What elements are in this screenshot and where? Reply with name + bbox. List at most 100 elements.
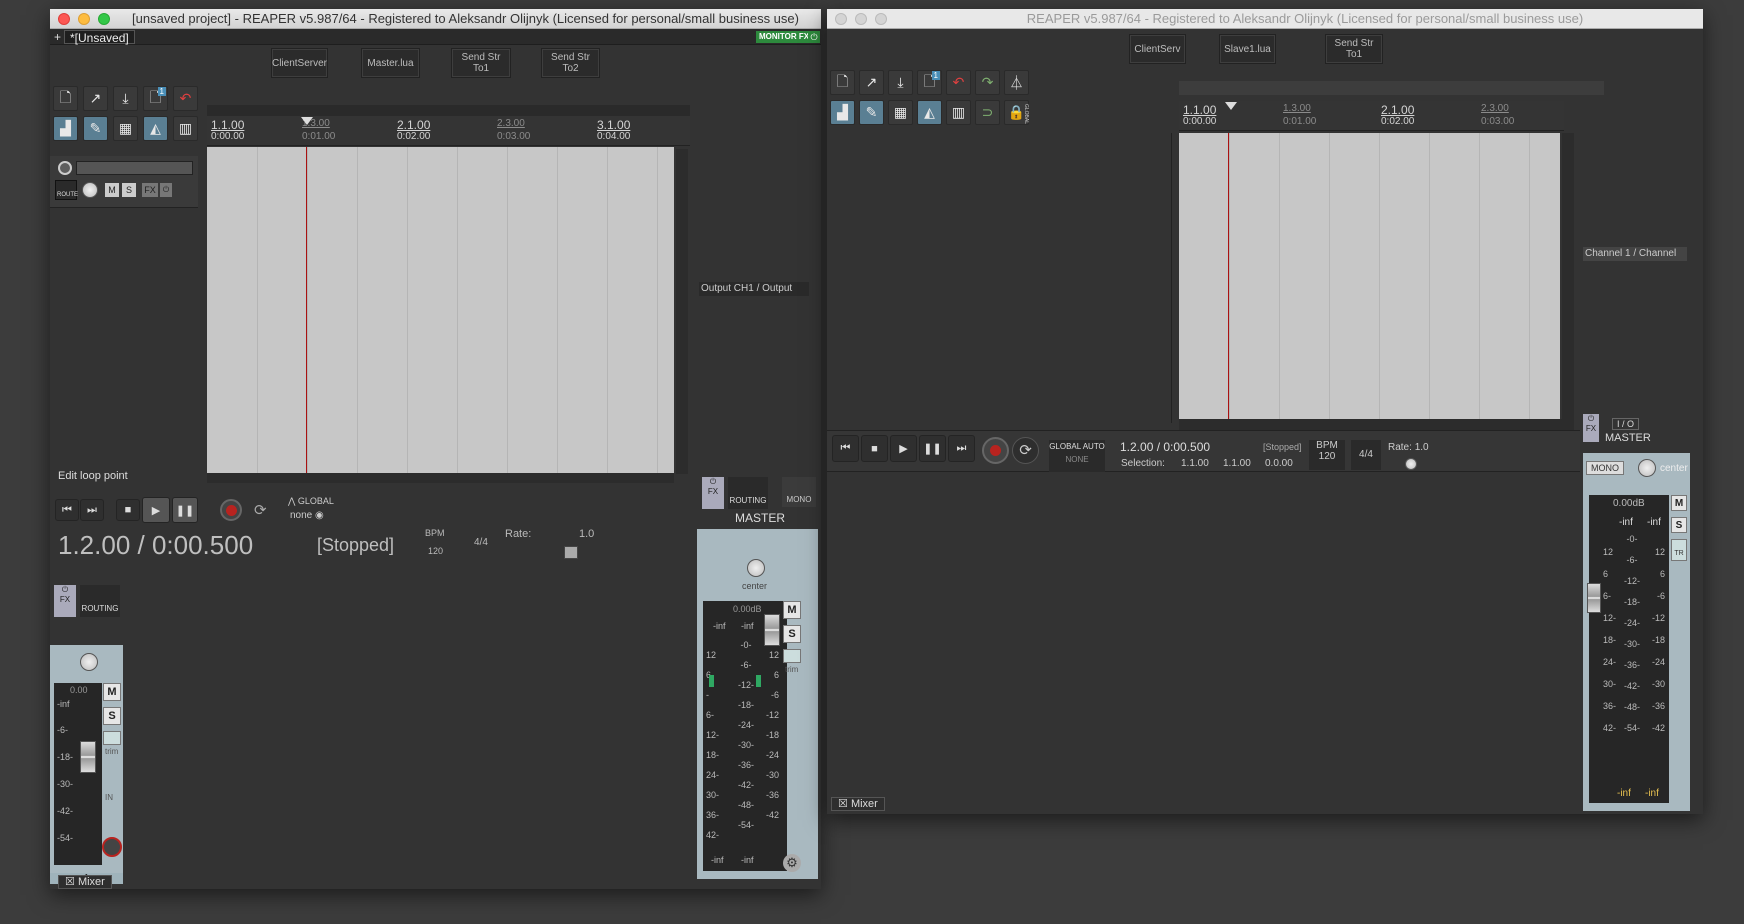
master-fader[interactable]: [1587, 583, 1601, 613]
track-strip-fx-button[interactable]: ⏻ FX: [54, 585, 76, 617]
go-to-end-button[interactable]: ⏭: [80, 499, 104, 521]
track-solo-button[interactable]: S: [122, 183, 136, 197]
timeline-ruler[interactable]: 1.1.00 0:00.00 1.3.00 0:01.00 2.1.00 0:02.0…: [207, 116, 690, 146]
save-project-icon[interactable]: ⤓: [113, 86, 138, 111]
go-to-start-button[interactable]: ⏮: [55, 499, 79, 521]
redo-icon[interactable]: ↷: [975, 70, 1000, 95]
grid-lines-icon[interactable]: ▥: [946, 100, 971, 125]
master-channel-label[interactable]: Channel 1 / Channel: [1583, 247, 1687, 261]
new-project-icon[interactable]: 🗋: [830, 70, 855, 95]
lanes-icon[interactable]: ◭: [917, 100, 942, 125]
lanes-icon[interactable]: ▥: [173, 116, 198, 141]
selection-start[interactable]: 1.1.00: [1181, 458, 1209, 469]
master-output-label[interactable]: Output CH1 / Output: [699, 282, 809, 296]
script-button-master-lua[interactable]: Master.lua: [361, 48, 420, 78]
arrange-view[interactable]: [1179, 133, 1560, 419]
close-tab-icon[interactable]: ☒: [838, 798, 848, 810]
pause-button[interactable]: ❚❚: [919, 435, 946, 462]
global-auto-button[interactable]: GLOBAL AUTO NONE: [1049, 440, 1105, 472]
close-tab-icon[interactable]: ☒: [65, 876, 75, 888]
time-signature[interactable]: 4/4: [1351, 440, 1381, 470]
mixer-tab[interactable]: ☒ Mixer: [58, 875, 112, 889]
time-signature[interactable]: 4/4: [474, 537, 488, 548]
play-button[interactable]: ▶: [142, 497, 170, 523]
project-settings-icon[interactable]: 🗋 1: [917, 70, 942, 95]
master-pan-knob[interactable]: [747, 559, 765, 577]
stop-button[interactable]: ■: [861, 435, 888, 462]
vertical-scrollbar[interactable]: [1562, 133, 1574, 423]
play-button[interactable]: ▶: [890, 435, 917, 462]
metronome-icon[interactable]: ⏃: [1004, 70, 1029, 95]
monitor-fx-button[interactable]: MONITOR FX: [756, 31, 813, 43]
mixer-tab[interactable]: ☒ Mixer: [831, 797, 885, 811]
open-project-icon[interactable]: ↗: [83, 86, 108, 111]
metronome-icon[interactable]: ▟: [53, 116, 78, 141]
close-window-button[interactable]: [835, 13, 847, 25]
repeat-icon[interactable]: ⟳: [1012, 437, 1039, 464]
project-tab[interactable]: *[Unsaved]: [64, 30, 135, 45]
record-button[interactable]: [982, 437, 1009, 464]
undo-icon[interactable]: ↶: [946, 70, 971, 95]
stop-button[interactable]: ■: [116, 499, 140, 521]
script-button-clientserv[interactable]: ClientServ: [1129, 34, 1186, 64]
rate-value[interactable]: 1.0: [579, 528, 594, 540]
track-strip-record-arm-button[interactable]: [102, 837, 122, 857]
track-fx-power-icon[interactable]: ⏻: [160, 183, 172, 197]
ripple-icon[interactable]: ✎: [859, 100, 884, 125]
ripple-icon[interactable]: ◭: [143, 116, 168, 141]
script-button-send-str-to2[interactable]: Send Str To2: [541, 48, 600, 78]
pause-button[interactable]: ❚❚: [172, 497, 198, 523]
go-to-end-button[interactable]: ⏭: [948, 435, 975, 462]
transport-position[interactable]: 1.2.00 / 0:00.500: [58, 530, 253, 561]
monitor-fx-power-icon[interactable]: ⏻: [808, 31, 820, 43]
play-cursor-marker-icon[interactable]: [301, 117, 313, 125]
grid-icon[interactable]: ▦: [888, 100, 913, 125]
minimize-window-button[interactable]: [78, 13, 90, 25]
master-io-label[interactable]: I / O: [1612, 418, 1640, 430]
gear-icon[interactable]: ⚙: [783, 854, 801, 872]
script-button-clientserver[interactable]: ClientServer: [271, 48, 328, 78]
script-button-send-str-to1[interactable]: Send Str To1: [1325, 34, 1383, 64]
rate-slider-handle[interactable]: [1405, 458, 1417, 470]
track-strip-mute-button[interactable]: M: [103, 683, 121, 701]
close-window-button[interactable]: [58, 13, 70, 25]
lock-icon[interactable]: 🔒 GLOBAL: [1004, 100, 1029, 125]
master-tr-button[interactable]: TR: [1671, 539, 1687, 561]
transport-position[interactable]: 1.2.00 / 0:00.500: [1120, 440, 1210, 454]
master-mute-button[interactable]: M: [1671, 495, 1687, 511]
save-project-icon[interactable]: ⤓: [888, 70, 913, 95]
snap-icon[interactable]: ▟: [830, 100, 855, 125]
master-fader[interactable]: [764, 614, 780, 646]
zoom-window-button[interactable]: [98, 13, 110, 25]
track-strip-solo-button[interactable]: S: [103, 707, 121, 725]
master-routing-button[interactable]: ROUTING: [728, 477, 768, 509]
zoom-window-button[interactable]: [875, 13, 887, 25]
track-strip-input-label[interactable]: IN: [105, 793, 113, 802]
rate-slider-handle[interactable]: [564, 546, 578, 559]
track-record-arm-button[interactable]: [58, 161, 72, 175]
master-fx-button[interactable]: ⏻ FX: [1583, 414, 1599, 442]
track-strip-pan-knob[interactable]: [80, 653, 98, 671]
right-titlebar[interactable]: REAPER v5.987/64 - Registered to Aleksan…: [827, 9, 1703, 29]
loop-region-bar[interactable]: [1179, 81, 1604, 95]
script-button-send-str-to1[interactable]: Send Str To1: [451, 48, 511, 78]
master-solo-button[interactable]: S: [1671, 517, 1687, 533]
arrange-view[interactable]: [207, 147, 674, 474]
new-project-icon[interactable]: 🗋: [53, 86, 78, 111]
bpm-box[interactable]: BPM 120: [1309, 440, 1345, 470]
master-meter[interactable]: 0.00dB -inf -inf -0- -6- -12- -18- -24- -30- -…: [1589, 495, 1669, 803]
track-volume-knob[interactable]: [82, 182, 98, 198]
master-mute-button[interactable]: M: [783, 601, 801, 619]
undo-icon[interactable]: ↶: [173, 86, 198, 111]
master-trim-button[interactable]: [783, 649, 801, 663]
snap-icon[interactable]: ✎: [83, 116, 108, 141]
play-cursor-marker-icon[interactable]: [1225, 102, 1237, 110]
loop-icon[interactable]: ⊃: [975, 100, 1000, 125]
track-strip-routing-button[interactable]: ROUTING: [80, 585, 120, 617]
minimize-window-button[interactable]: [855, 13, 867, 25]
bpm-value[interactable]: 120: [428, 546, 443, 556]
left-titlebar[interactable]: [unsaved project] - REAPER v5.987/64 - R…: [50, 9, 821, 29]
selection-length[interactable]: 0.0.00: [1265, 458, 1293, 469]
script-button-slave1-lua[interactable]: Slave1.lua: [1219, 34, 1276, 64]
track-strip-meter[interactable]: 0.00 -inf -6- -18- -30- -42- -54-: [54, 683, 102, 865]
